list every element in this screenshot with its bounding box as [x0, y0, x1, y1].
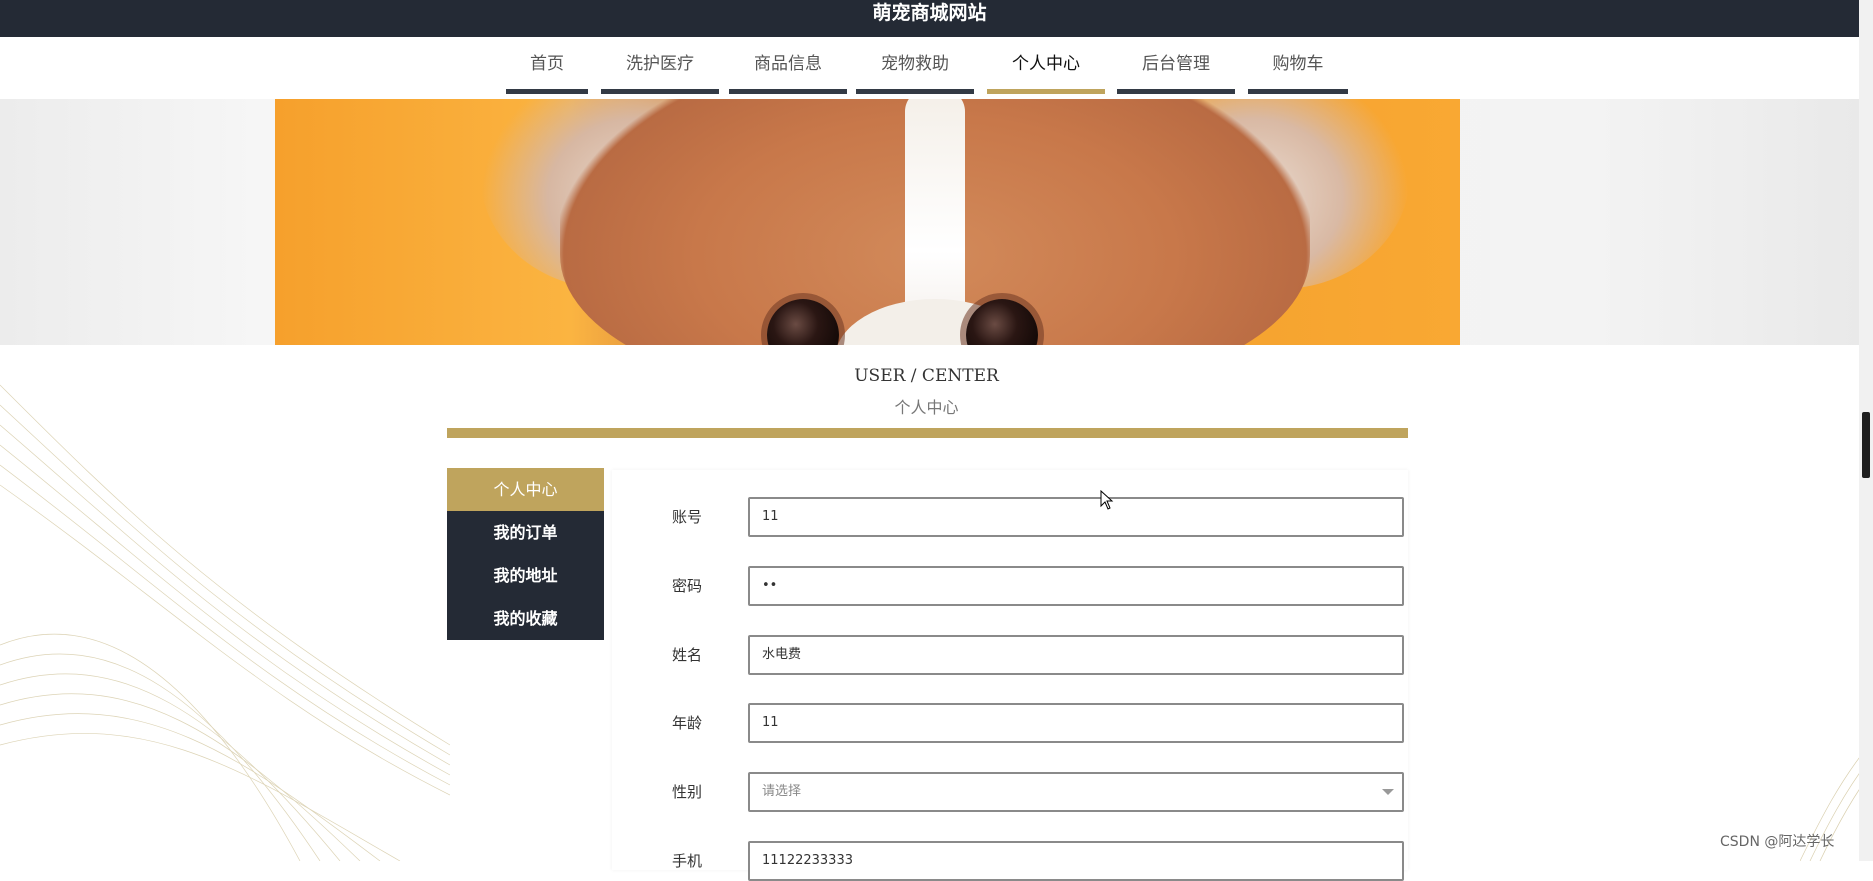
- nav-item-admin[interactable]: 后台管理: [1117, 37, 1235, 94]
- sidebar-item-user-center[interactable]: 个人中心: [447, 468, 604, 511]
- scrollbar-thumb[interactable]: [1862, 412, 1870, 478]
- sidebar-item-my-orders[interactable]: 我的订单: [447, 511, 604, 554]
- profile-form: 账号 11 密码 •• 姓名 水电费 年龄 11 性别 请选择 手机 11122…: [612, 470, 1408, 881]
- nav-item-pet-rescue[interactable]: 宠物救助: [856, 37, 974, 94]
- form-row-phone: 手机 11122233333: [612, 841, 1408, 881]
- section-divider: [447, 428, 1408, 438]
- section-title-en: USER / CENTER: [854, 366, 999, 386]
- nav-item-grooming-medical[interactable]: 洗护医疗: [601, 37, 719, 94]
- phone-label: 手机: [672, 852, 703, 870]
- sidebar-item-my-favorites[interactable]: 我的收藏: [447, 597, 604, 640]
- form-row-name: 姓名 水电费: [612, 635, 1408, 675]
- form-row-password: 密码 ••: [612, 566, 1408, 606]
- watermark: CSDN @阿达学长: [1720, 834, 1835, 850]
- name-label: 姓名: [672, 646, 703, 664]
- sidebar-item-my-addresses[interactable]: 我的地址: [447, 554, 604, 597]
- mouse-cursor-icon: [1100, 490, 1114, 510]
- site-title: 萌宠商城网站: [872, 2, 987, 24]
- password-label: 密码: [672, 577, 703, 595]
- password-input[interactable]: ••: [748, 566, 1404, 606]
- gender-select-placeholder: 请选择: [762, 784, 802, 799]
- section-title-cn: 个人中心: [894, 398, 959, 417]
- gender-select[interactable]: 请选择: [748, 772, 1404, 812]
- gender-label: 性别: [672, 783, 703, 801]
- nav-item-user-center[interactable]: 个人中心: [987, 37, 1105, 94]
- site-header: 萌宠商城网站: [0, 0, 1859, 37]
- age-label: 年龄: [672, 714, 703, 732]
- decorative-swirl-left: [0, 384, 450, 861]
- form-row-gender: 性别 请选择: [612, 772, 1408, 812]
- page-scrollbar[interactable]: [1859, 0, 1873, 861]
- main-nav: 首页 洗护医疗 商品信息 宠物救助 个人中心 后台管理 购物车: [0, 37, 1859, 99]
- age-input[interactable]: 11: [748, 703, 1404, 743]
- phone-input[interactable]: 11122233333: [748, 841, 1404, 881]
- form-row-account: 账号 11: [612, 497, 1408, 537]
- chevron-down-icon: [1382, 789, 1394, 795]
- form-row-age: 年龄 11: [612, 703, 1408, 743]
- nav-item-home[interactable]: 首页: [506, 37, 588, 94]
- nav-item-products[interactable]: 商品信息: [729, 37, 847, 94]
- name-input[interactable]: 水电费: [748, 635, 1404, 675]
- user-sidebar: 个人中心 我的订单 我的地址 我的收藏: [447, 468, 604, 640]
- nav-item-cart[interactable]: 购物车: [1248, 37, 1348, 94]
- account-label: 账号: [672, 508, 703, 526]
- account-input[interactable]: 11: [748, 497, 1404, 537]
- hero-banner-image: [0, 99, 1859, 345]
